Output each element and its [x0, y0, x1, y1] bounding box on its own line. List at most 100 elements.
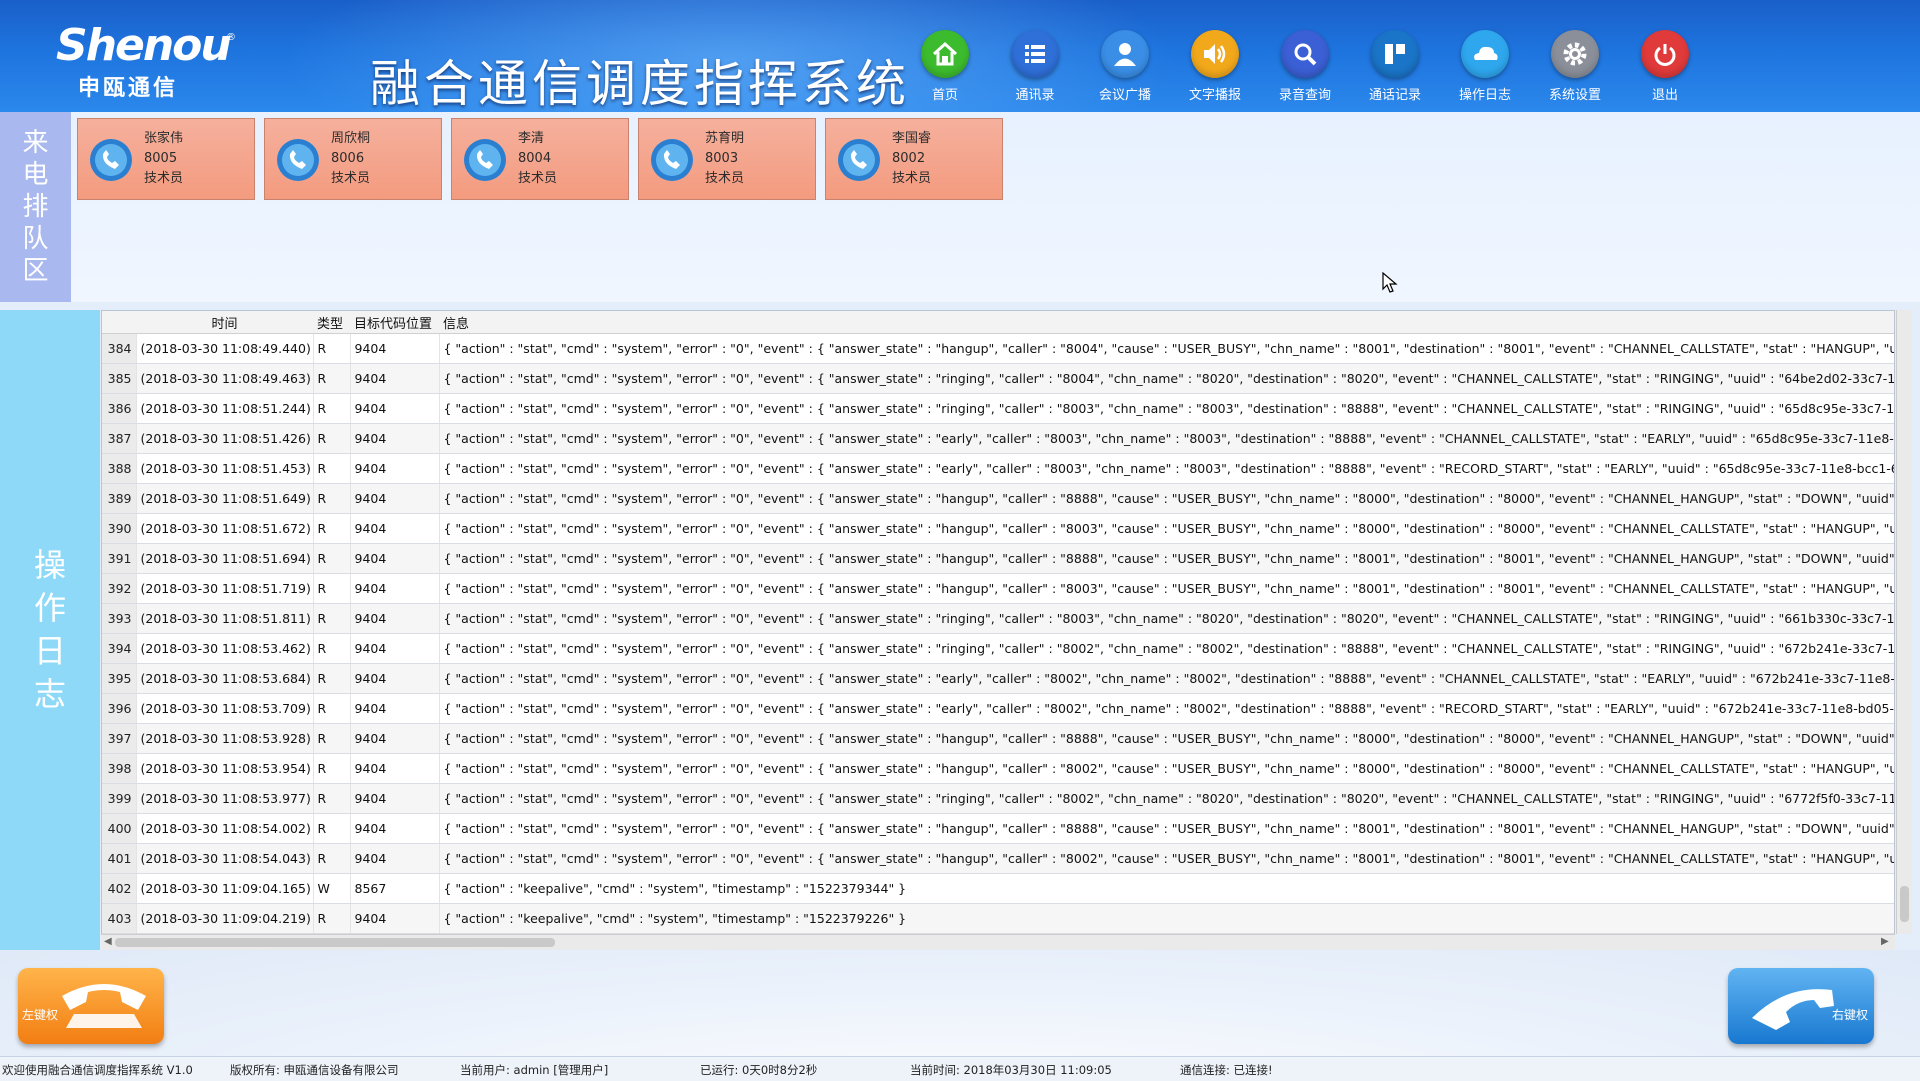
- nav-exit[interactable]: 退出: [1620, 30, 1710, 103]
- caller-ext: 8002: [892, 151, 926, 166]
- queue-label-char: 来: [22, 128, 49, 158]
- row-index: 389: [102, 483, 137, 514]
- nav-contacts[interactable]: 通讯录: [990, 30, 1080, 103]
- queue-caller-card[interactable]: 李清 8004 技术员: [451, 118, 629, 200]
- row-info: { "action" : "keepalive", "cmd" : "syste…: [439, 903, 1894, 934]
- table-row[interactable]: 398 (2018-03-30 11:08:53.954) R 9404{ "acti…: [102, 753, 1894, 784]
- bottom-area: [0, 950, 1920, 1060]
- table-row[interactable]: 392 (2018-03-30 11:08:51.719) R 9404{ "acti…: [102, 573, 1894, 604]
- col-header-time[interactable]: 时间: [136, 311, 313, 334]
- table-row[interactable]: 397 (2018-03-30 11:08:53.928) R 9404{ "acti…: [102, 723, 1894, 754]
- row-index: 400: [102, 813, 137, 844]
- col-header-info[interactable]: 信息: [439, 311, 1894, 334]
- horizontal-scroll-thumb[interactable]: [115, 938, 555, 947]
- nav-home[interactable]: 首页: [900, 30, 990, 103]
- row-target: 9404: [350, 693, 440, 724]
- col-header-target[interactable]: 目标代码位置: [350, 311, 439, 334]
- scroll-right-arrow-icon[interactable]: ▶: [1881, 936, 1889, 947]
- home-icon: [921, 30, 969, 78]
- nav-label: 退出: [1651, 88, 1678, 103]
- table-row[interactable]: 394 (2018-03-30 11:08:53.462) R 9404{ "acti…: [102, 633, 1894, 664]
- nav-conference[interactable]: 会议广播: [1080, 30, 1170, 103]
- caller-info: 李清 8004 技术员: [518, 129, 557, 189]
- row-info: { "action" : "stat", "cmd" : "system", "…: [439, 453, 1894, 484]
- nav-operation-log[interactable]: 操作日志: [1440, 30, 1530, 103]
- vertical-scroll-thumb[interactable]: [1900, 886, 1909, 922]
- nav-recording-query[interactable]: 录音查询: [1260, 30, 1350, 103]
- table-row[interactable]: 400 (2018-03-30 11:08:54.002) R 9404{ "acti…: [102, 813, 1894, 844]
- row-target: 9404: [350, 603, 440, 634]
- row-info: { "action" : "stat", "cmd" : "system", "…: [439, 573, 1894, 604]
- search-icon: [1281, 30, 1329, 78]
- row-type: R: [313, 633, 351, 664]
- table-row[interactable]: 403 (2018-03-30 11:09:04.219) R 9404{ "acti…: [102, 903, 1894, 934]
- table-row[interactable]: 386 (2018-03-30 11:08:51.244) R 9404{ "acti…: [102, 393, 1894, 424]
- vertical-scrollbar[interactable]: [1896, 310, 1912, 934]
- nav-call-records[interactable]: 通话记录: [1350, 30, 1440, 103]
- log-label-char: 志: [33, 675, 66, 713]
- caller-ext: 8003: [705, 151, 739, 166]
- row-time: (2018-03-30 11:08:51.426): [136, 423, 314, 454]
- table-row[interactable]: 385 (2018-03-30 11:08:49.463) R 9404{ "acti…: [102, 363, 1894, 394]
- row-type: R: [313, 333, 351, 364]
- col-header-index[interactable]: [102, 311, 136, 334]
- table-row[interactable]: 388 (2018-03-30 11:08:51.453) R 9404{ "acti…: [102, 453, 1894, 484]
- queue-caller-card[interactable]: 周欣桐 8006 技术员: [264, 118, 442, 200]
- row-index: 397: [102, 723, 137, 754]
- table-row[interactable]: 402 (2018-03-30 11:09:04.165) W 8567{ "acti…: [102, 873, 1894, 904]
- nav-text-broadcast[interactable]: 文字播报: [1170, 30, 1260, 103]
- row-time: (2018-03-30 11:08:53.684): [136, 663, 314, 694]
- operation-log-table-panel[interactable]: 时间 类型 目标代码位置 信息 384 (2018-03-30 11:08:49.…: [101, 310, 1895, 950]
- row-index: 388: [102, 453, 137, 484]
- row-info: { "action" : "stat", "cmd" : "system", "…: [439, 483, 1894, 514]
- logo-cn: 申瓯通信: [78, 76, 179, 101]
- row-info: { "action" : "stat", "cmd" : "system", "…: [439, 753, 1894, 784]
- row-type: R: [313, 813, 351, 844]
- table-row[interactable]: 389 (2018-03-30 11:08:51.649) R 9404{ "acti…: [102, 483, 1894, 514]
- table-row[interactable]: 393 (2018-03-30 11:08:51.811) R 9404{ "acti…: [102, 603, 1894, 634]
- table-row[interactable]: 399 (2018-03-30 11:08:53.977) R 9404{ "acti…: [102, 783, 1894, 814]
- row-info: { "action" : "stat", "cmd" : "system", "…: [439, 813, 1894, 844]
- log-label-char: 作: [33, 589, 66, 627]
- row-index: 396: [102, 693, 137, 724]
- row-type: R: [313, 513, 351, 544]
- row-target: 9404: [350, 363, 440, 394]
- phone-call-icon: [90, 139, 132, 181]
- row-index: 403: [102, 903, 137, 934]
- right-key-button[interactable]: 右键权: [1728, 968, 1874, 1044]
- table-row[interactable]: 387 (2018-03-30 11:08:51.426) R 9404{ "acti…: [102, 423, 1894, 454]
- list-icon: [1011, 30, 1059, 78]
- row-time: (2018-03-30 11:08:53.977): [136, 783, 314, 814]
- caller-ext: 8006: [331, 151, 365, 166]
- nav-system-settings[interactable]: 系统设置: [1530, 30, 1620, 103]
- table-row[interactable]: 391 (2018-03-30 11:08:51.694) R 9404{ "acti…: [102, 543, 1894, 574]
- table-row[interactable]: 390 (2018-03-30 11:08:51.672) R 9404{ "acti…: [102, 513, 1894, 544]
- queue-caller-card[interactable]: 张家伟 8005 技术员: [77, 118, 255, 200]
- table-row[interactable]: 395 (2018-03-30 11:08:53.684) R 9404{ "acti…: [102, 663, 1894, 694]
- row-time: (2018-03-30 11:08:54.043): [136, 843, 314, 874]
- nav-label: 通话记录: [1368, 88, 1421, 103]
- queue-caller-card[interactable]: 李国睿 8002 技术员: [825, 118, 1003, 200]
- horizontal-scrollbar[interactable]: ◀ ▶: [101, 934, 1895, 950]
- table-row[interactable]: 401 (2018-03-30 11:08:54.043) R 9404{ "acti…: [102, 843, 1894, 874]
- row-type: R: [313, 543, 351, 574]
- row-info: { "action" : "stat", "cmd" : "system", "…: [439, 543, 1894, 574]
- scroll-left-arrow-icon[interactable]: ◀: [104, 936, 112, 947]
- row-target: 9404: [350, 723, 440, 754]
- table-row[interactable]: 396 (2018-03-30 11:08:53.709) R 9404{ "acti…: [102, 693, 1894, 724]
- table-row[interactable]: 384 (2018-03-30 11:08:49.440) R 9404{ "acti…: [102, 333, 1894, 364]
- row-info: { "action" : "stat", "cmd" : "system", "…: [439, 363, 1894, 394]
- caller-ext: 8004: [518, 151, 552, 166]
- row-info: { "action" : "keepalive", "cmd" : "syste…: [439, 873, 1894, 904]
- row-time: (2018-03-30 11:08:54.002): [136, 813, 314, 844]
- queue-caller-card[interactable]: 苏育明 8003 技术员: [638, 118, 816, 200]
- left-key-button[interactable]: 左键权: [18, 968, 164, 1044]
- col-header-type[interactable]: 类型: [313, 311, 350, 334]
- power-icon: [1641, 30, 1689, 78]
- row-time: (2018-03-30 11:08:53.928): [136, 723, 314, 754]
- caller-role: 技术员: [892, 171, 932, 186]
- queue-label-char: 电: [22, 160, 49, 190]
- row-index: 387: [102, 423, 137, 454]
- row-info: { "action" : "stat", "cmd" : "system", "…: [439, 843, 1894, 874]
- nav-label: 系统设置: [1548, 88, 1601, 103]
